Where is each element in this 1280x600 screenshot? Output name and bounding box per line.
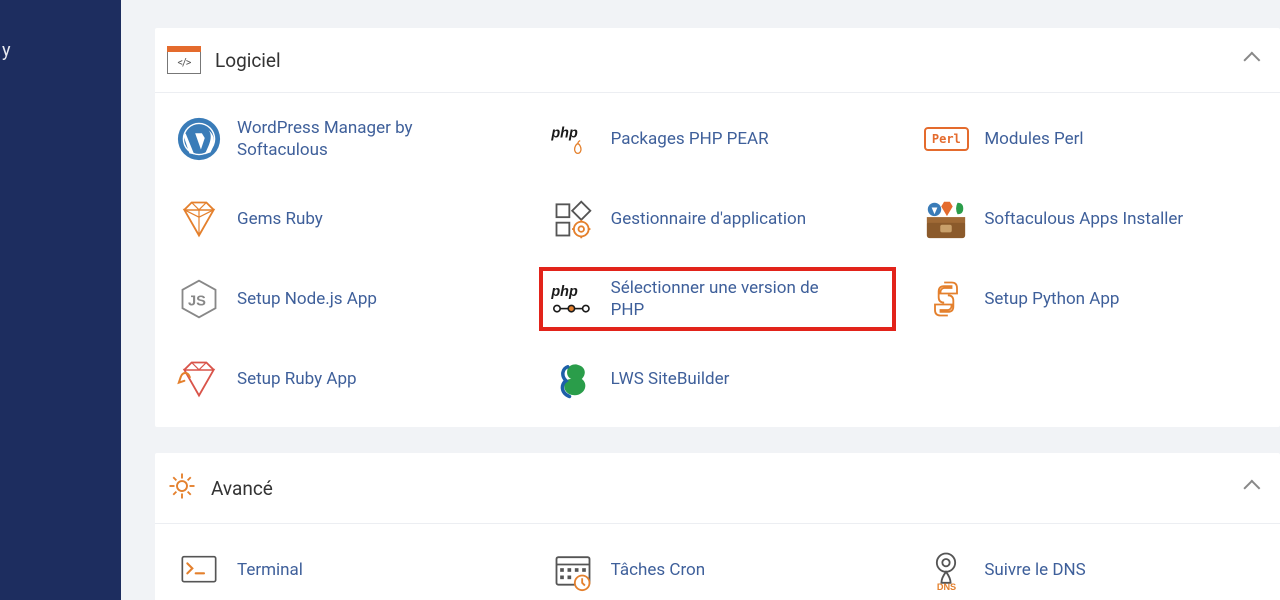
- perl-icon: Perl: [922, 115, 970, 163]
- item-gems-ruby[interactable]: Gems Ruby: [169, 191, 519, 247]
- sitebuilder-icon: [549, 355, 597, 403]
- nodejs-icon: JS: [175, 275, 223, 323]
- php-select-icon: php: [549, 275, 597, 323]
- wordpress-icon: [175, 115, 223, 163]
- panel-avance-title: Avancé: [211, 477, 273, 500]
- item-setup-nodejs[interactable]: JS Setup Node.js App: [169, 271, 519, 327]
- main-content: Logiciel WordPress Manager by Softaculou…: [121, 0, 1280, 600]
- ruby-gem-icon: [175, 195, 223, 243]
- item-lws-sitebuilder[interactable]: LWS SiteBuilder: [543, 351, 893, 407]
- item-label: Modules Perl: [984, 128, 1083, 150]
- python-icon: [922, 275, 970, 323]
- item-cron-tasks[interactable]: Tâches Cron: [543, 542, 893, 598]
- item-label: Suivre le DNS: [984, 559, 1085, 581]
- item-label: Packages PHP PEAR: [611, 128, 769, 150]
- chevron-up-icon[interactable]: [1248, 52, 1260, 68]
- svg-text:php: php: [550, 284, 578, 300]
- item-label: Softaculous Apps Installer: [984, 208, 1183, 230]
- item-label: Setup Python App: [984, 288, 1119, 310]
- panel-avance: Avancé Terminal: [155, 453, 1280, 600]
- item-label: Sélectionner une version de PHP: [611, 277, 831, 321]
- item-php-pear[interactable]: php Packages PHP PEAR: [543, 111, 893, 167]
- item-label: Tâches Cron: [611, 559, 705, 581]
- item-label: Terminal: [237, 559, 303, 581]
- item-setup-python[interactable]: Setup Python App: [916, 271, 1266, 327]
- panel-logiciel-header[interactable]: Logiciel: [155, 28, 1280, 93]
- item-label: Setup Ruby App: [237, 368, 357, 390]
- app-manager-icon: [549, 195, 597, 243]
- cron-icon: [549, 546, 597, 594]
- panel-avance-header[interactable]: Avancé: [155, 453, 1280, 524]
- item-perl-modules[interactable]: Perl Modules Perl: [916, 111, 1266, 167]
- item-label: Gestionnaire d'application: [611, 208, 806, 230]
- panel-logiciel-title: Logiciel: [215, 49, 281, 72]
- item-label: Setup Node.js App: [237, 288, 377, 310]
- softaculous-icon: [922, 195, 970, 243]
- item-terminal[interactable]: Terminal: [169, 542, 519, 598]
- item-wordpress-manager[interactable]: WordPress Manager by Softaculous: [169, 111, 519, 167]
- svg-text:DNS: DNS: [937, 582, 956, 592]
- item-label: Gems Ruby: [237, 208, 323, 230]
- sidebar: y: [0, 0, 121, 600]
- php-pear-icon: php: [549, 115, 597, 163]
- code-window-icon: [167, 46, 201, 74]
- dns-icon: DNS: [922, 546, 970, 594]
- ruby-setup-icon: [175, 355, 223, 403]
- item-label: WordPress Manager by Softaculous: [237, 117, 457, 161]
- item-php-version-select[interactable]: php Sélectionner une version de PHP: [543, 271, 893, 327]
- chevron-up-icon[interactable]: [1248, 480, 1260, 496]
- svg-text:JS: JS: [188, 293, 206, 309]
- gear-icon: [167, 471, 197, 505]
- panel-logiciel: Logiciel WordPress Manager by Softaculou…: [155, 28, 1280, 427]
- terminal-icon: [175, 546, 223, 594]
- item-label: LWS SiteBuilder: [611, 368, 730, 390]
- item-softaculous-installer[interactable]: Softaculous Apps Installer: [916, 191, 1266, 247]
- sidebar-text-fragment: y: [0, 40, 121, 61]
- item-app-manager[interactable]: Gestionnaire d'application: [543, 191, 893, 247]
- item-setup-ruby[interactable]: Setup Ruby App: [169, 351, 519, 407]
- svg-text:php: php: [550, 125, 578, 141]
- item-track-dns[interactable]: DNS Suivre le DNS: [916, 542, 1266, 598]
